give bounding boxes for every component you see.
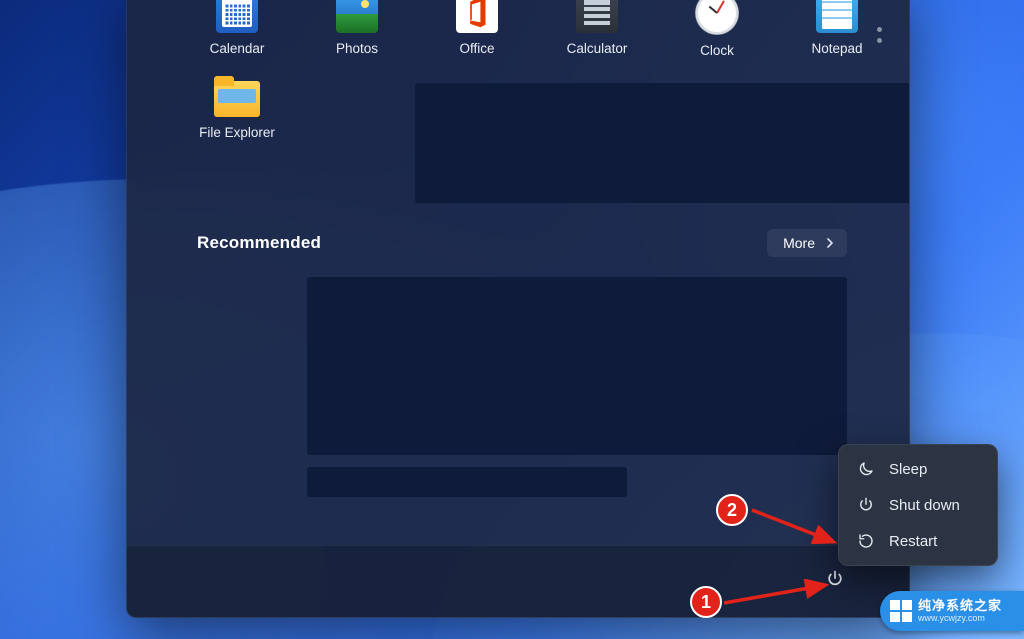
app-photos[interactable]: Photos	[297, 0, 417, 75]
redacted-region	[307, 277, 847, 455]
power-item-label: Restart	[889, 533, 937, 550]
app-office[interactable]: Office	[417, 0, 537, 75]
watermark-url: www.ycwjzy.com	[918, 614, 1002, 623]
app-clock[interactable]: Clock	[657, 0, 777, 75]
clock-icon	[695, 0, 739, 35]
redacted-region	[307, 467, 627, 497]
pinned-overflow-button[interactable]	[867, 17, 891, 53]
calendar-icon	[216, 0, 258, 33]
app-calendar[interactable]: Calendar	[177, 0, 297, 75]
app-calculator[interactable]: Calculator	[537, 0, 657, 75]
recommended-heading: Recommended	[197, 233, 321, 253]
app-label: Office	[459, 41, 494, 56]
annotation-arrow-1	[720, 579, 836, 609]
photos-icon	[336, 0, 378, 33]
power-icon	[857, 496, 875, 514]
power-item-label: Sleep	[889, 461, 927, 478]
file-explorer-icon	[214, 81, 260, 117]
power-sleep[interactable]: Sleep	[843, 451, 993, 487]
app-label: File Explorer	[199, 125, 275, 140]
app-label: Calendar	[210, 41, 265, 56]
watermark-title: 纯净系统之家	[918, 599, 1002, 612]
calculator-icon	[576, 0, 618, 33]
app-label: Photos	[336, 41, 378, 56]
chevron-right-icon	[825, 238, 835, 248]
watermark-badge: 纯净系统之家 www.ycwjzy.com	[880, 591, 1024, 631]
office-icon	[456, 0, 498, 33]
power-options-menu: Sleep Shut down Restart	[838, 444, 998, 566]
power-item-label: Shut down	[889, 497, 960, 514]
annotation-badge-1: 1	[690, 586, 722, 618]
moon-icon	[857, 460, 875, 478]
app-label: Notepad	[811, 41, 862, 56]
annotation-arrow-2	[748, 502, 844, 552]
restart-icon	[857, 532, 875, 550]
windows-logo-icon	[890, 600, 912, 622]
app-label: Clock	[700, 43, 734, 58]
power-shutdown[interactable]: Shut down	[843, 487, 993, 523]
app-label: Calculator	[567, 41, 628, 56]
notepad-icon	[816, 0, 858, 33]
power-restart[interactable]: Restart	[843, 523, 993, 559]
app-file-explorer[interactable]: File Explorer	[177, 75, 297, 165]
redacted-region	[415, 83, 910, 203]
annotation-badge-2: 2	[716, 494, 748, 526]
recommended-more-button[interactable]: More	[767, 229, 847, 257]
more-label: More	[783, 235, 815, 251]
